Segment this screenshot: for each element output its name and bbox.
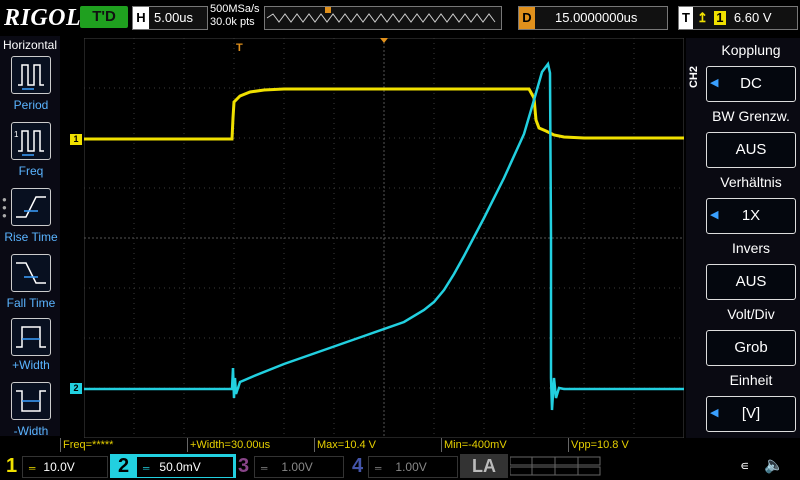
- ch2-scale-box[interactable]: ═ 50.0mV: [136, 456, 234, 478]
- coupling-arrow-icon: ◀: [710, 77, 719, 89]
- delay-value: 15.0000000us: [555, 10, 638, 25]
- measurement-freq: Freq=*****: [60, 438, 187, 452]
- fall-time-icon: [16, 262, 46, 284]
- brand-logo: RIGOL: [4, 5, 82, 31]
- period-icon: [18, 64, 44, 90]
- ch2-scale: 50.0mV: [159, 460, 201, 474]
- channel-menu-tag: CH2: [688, 66, 700, 89]
- acquisition-info: 500MSa/s 30.0k pts: [210, 3, 260, 29]
- rise-time-button[interactable]: [11, 188, 51, 226]
- la-channel-icon: [509, 456, 601, 476]
- ch3-number[interactable]: 3: [238, 454, 249, 478]
- volt-div-value: Grob: [734, 339, 768, 356]
- fall-time-button[interactable]: [11, 254, 51, 292]
- logic-analyzer-button[interactable]: LA: [460, 454, 508, 478]
- invert-button[interactable]: AUS: [706, 264, 796, 300]
- measurement-max: Max=10.4 V: [314, 438, 441, 452]
- memory-depth: 30.0k pts: [210, 16, 255, 28]
- neg-width-button[interactable]: [11, 382, 51, 420]
- waveform-display[interactable]: T: [84, 38, 684, 438]
- invert-title: Invers: [731, 240, 771, 256]
- coupling-button[interactable]: DC: [706, 66, 796, 102]
- ch2-offset-marker[interactable]: 2: [70, 383, 82, 394]
- rise-time-label: Rise Time: [4, 230, 58, 244]
- ch3-scale-box[interactable]: ═ 1.00V: [254, 456, 344, 478]
- ch1-dc-icon: ═: [29, 463, 36, 473]
- period-label: Period: [13, 98, 49, 112]
- coupling-value: DC: [740, 75, 762, 92]
- ch1-offset-marker[interactable]: 1: [70, 134, 82, 145]
- timebase-value: 5.00us: [154, 10, 194, 25]
- unit-arrow-icon: ◀: [710, 407, 719, 419]
- ch1-scale: 10.0V: [43, 460, 75, 474]
- speaker-muted-icon[interactable]: 🔈: [764, 455, 784, 475]
- neg-width-icon: [16, 390, 46, 412]
- trigger-label: T: [679, 7, 693, 29]
- trigger-status-badge: T'D: [80, 6, 128, 28]
- probe-ratio-value: 1X: [741, 207, 761, 224]
- horizontal-label: H: [133, 7, 149, 29]
- la-label: LA: [472, 456, 496, 476]
- menu-page-dots: ● ● ●: [2, 195, 7, 220]
- pos-width-button[interactable]: [11, 318, 51, 356]
- ch4-scale: 1.00V: [395, 460, 427, 474]
- pos-width-icon: [16, 326, 46, 348]
- period-button[interactable]: [11, 56, 51, 94]
- delay-offset[interactable]: D 15.0000000us: [518, 6, 668, 30]
- memory-overview-wave: [266, 7, 496, 23]
- trigger-settings[interactable]: T ↥ 1 6.60 V: [678, 6, 798, 30]
- rise-time-icon: [16, 196, 46, 218]
- bw-limit-value: AUS: [735, 141, 767, 158]
- probe-ratio-arrow-icon: ◀: [710, 209, 719, 221]
- pos-width-label: +Width: [12, 358, 50, 372]
- probe-ratio-title: Verhältnis: [720, 174, 782, 190]
- freq-label: Freq: [18, 164, 44, 178]
- measurement-vpp: Vpp=10.8 V: [568, 438, 685, 452]
- unit-value: [V]: [741, 405, 761, 422]
- ch4-number[interactable]: 4: [352, 454, 363, 478]
- ch2-dc-icon: ═: [143, 463, 150, 473]
- ch1-scale-box[interactable]: ═ 10.0V: [22, 456, 108, 478]
- usb-icon: ∊: [740, 458, 750, 473]
- neg-width-label: -Width: [13, 424, 49, 438]
- delay-label: D: [519, 7, 535, 29]
- trigger-level: 6.60 V: [733, 10, 772, 25]
- unit-button[interactable]: [V]: [706, 396, 796, 432]
- measurement-pos-width: +Width=30.00us: [187, 438, 314, 452]
- measurement-min: Min=-400mV: [441, 438, 568, 452]
- memory-overview[interactable]: [264, 6, 502, 30]
- rising-edge-icon: ↥: [697, 10, 708, 25]
- volt-div-title: Volt/Div: [727, 306, 775, 322]
- ch1-number[interactable]: 1: [6, 454, 17, 478]
- volt-div-button[interactable]: Grob: [706, 330, 796, 366]
- trigger-position-marker: T: [236, 42, 243, 54]
- unit-title: Einheit: [729, 372, 773, 388]
- svg-text:1: 1: [14, 130, 19, 139]
- fall-time-label: Fall Time: [6, 296, 56, 310]
- sample-rate: 500MSa/s: [210, 3, 260, 15]
- measure-menu-title: Horizontal: [2, 38, 58, 52]
- bw-limit-title: BW Grenzw.: [712, 108, 790, 124]
- trigger-channel: 1: [713, 11, 726, 25]
- freq-icon: 1: [14, 130, 44, 156]
- ch3-dc-icon: ═: [261, 463, 268, 473]
- ch3-scale: 1.00V: [281, 460, 313, 474]
- probe-ratio-button[interactable]: 1X: [706, 198, 796, 234]
- horizontal-timebase[interactable]: H 5.00us: [132, 6, 208, 30]
- overview-trigger-marker: [325, 7, 331, 13]
- ch2-number: 2: [118, 455, 130, 477]
- ch4-scale-box[interactable]: ═ 1.00V: [368, 456, 458, 478]
- invert-value: AUS: [735, 273, 767, 290]
- ch4-dc-icon: ═: [375, 463, 382, 473]
- bw-limit-button[interactable]: AUS: [706, 132, 796, 168]
- coupling-title: Kopplung: [721, 42, 781, 58]
- freq-button[interactable]: 1: [11, 122, 51, 160]
- la-channel-grid: [509, 456, 602, 478]
